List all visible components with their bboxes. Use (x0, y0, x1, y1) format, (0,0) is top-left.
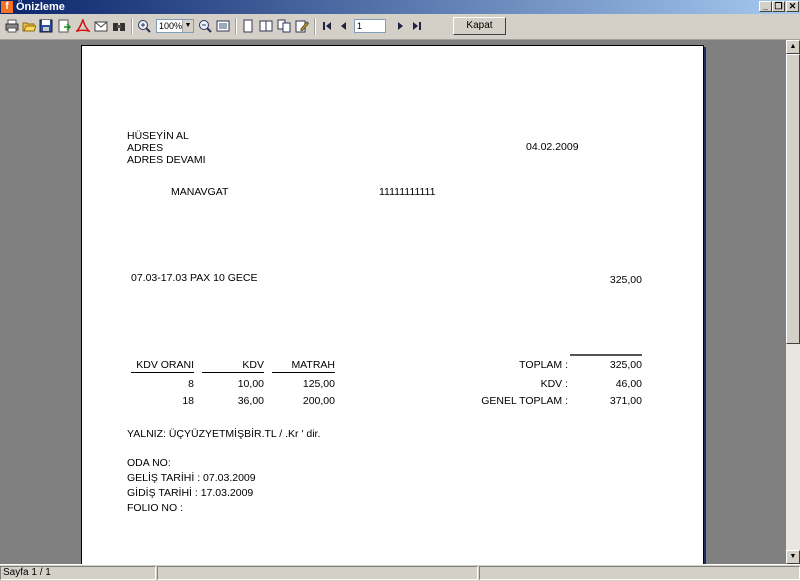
total-value: 325,00 (609, 359, 642, 371)
grand-total-label: GENEL TOPLAM : (481, 395, 568, 407)
kdv-header-rate: KDV ORANI (136, 359, 194, 371)
kdv-header-kdv: KDV (242, 359, 264, 371)
kdv-total-label: KDV : (540, 378, 568, 390)
edit-icon[interactable] (295, 19, 309, 33)
header-underline (272, 372, 335, 373)
scroll-up-icon[interactable]: ▲ (786, 40, 800, 54)
amount-in-words: YALNIZ: ÜÇYÜZYETMİŞBİR.TL / .Kr ' dir. (127, 428, 321, 440)
header-underline (131, 372, 194, 373)
address-line-1: ADRES (127, 142, 164, 154)
vertical-scrollbar[interactable]: ▲ ▼ (786, 40, 800, 564)
kdv-row-1-matrah: 125,00 (302, 378, 335, 390)
total-label: TOPLAM : (519, 359, 568, 371)
restore-button[interactable]: ❐ (772, 1, 785, 12)
zoom-select[interactable]: 100% ▼ (156, 19, 194, 33)
kdv-header-matrah: MATRAH (291, 359, 335, 371)
status-panel-empty (157, 566, 478, 580)
toolbar: 100% ▼ 1 Kapat (0, 14, 800, 40)
multi-pages-icon[interactable] (277, 19, 291, 33)
folio-number: FOLIO NO : (127, 502, 184, 514)
window-title: Önizleme (16, 1, 65, 13)
chevron-down-icon[interactable]: ▼ (182, 20, 193, 32)
single-page-icon[interactable] (241, 19, 255, 33)
kapat-button[interactable]: Kapat (453, 17, 506, 35)
kdv-row-2-kdv: 36,00 (237, 395, 264, 407)
address-line-2: ADRES DEVAMI (127, 154, 206, 166)
open-icon[interactable] (22, 19, 36, 33)
title-bar: f Önizleme _ ❐ ✕ (0, 0, 800, 14)
room-number: ODA NO: (127, 457, 171, 469)
save-icon[interactable] (39, 19, 53, 33)
first-page-icon[interactable] (320, 19, 334, 33)
close-window-button[interactable]: ✕ (786, 1, 799, 12)
kdv-row-1-rate: 8 (188, 378, 194, 390)
zoom-out-icon[interactable] (198, 19, 212, 33)
customer-name: HÜSEYİN AL (127, 130, 189, 142)
last-page-icon[interactable] (410, 19, 424, 33)
email-icon[interactable] (94, 19, 108, 33)
line-item-description: 07.03-17.03 PAX 10 GECE (131, 272, 258, 284)
zoom-value: 100% (159, 21, 183, 31)
kdv-row-2-matrah: 200,00 (302, 395, 335, 407)
page-number-input[interactable]: 1 (354, 19, 386, 33)
status-panel-empty (479, 566, 800, 580)
fit-page-icon[interactable] (216, 19, 230, 33)
preview-area[interactable]: HÜSEYİN AL ADRES ADRES DEVAMI 04.02.2009… (0, 40, 786, 564)
find-icon[interactable] (112, 19, 126, 33)
pdf-icon[interactable] (76, 19, 90, 33)
kdv-row-1-kdv: 10,00 (237, 378, 264, 390)
kdv-total-value: 46,00 (615, 378, 642, 390)
status-bar: Sayfa 1 / 1 (0, 564, 800, 581)
print-icon[interactable] (5, 19, 19, 33)
page-info: Sayfa 1 / 1 (0, 566, 156, 580)
scrollbar-thumb[interactable] (786, 54, 800, 344)
header-underline (202, 372, 264, 373)
app-icon: f (1, 1, 13, 13)
minimize-button[interactable]: _ (759, 1, 772, 12)
tax-number: 11111111111 (379, 186, 436, 198)
departure-date: GİDİŞ TARİHİ : 17.03.2009 (127, 487, 254, 499)
export-icon[interactable] (57, 19, 71, 33)
line-item-amount: 325,00 (609, 274, 642, 286)
zoom-in-icon[interactable] (137, 19, 151, 33)
two-pages-icon[interactable] (259, 19, 273, 33)
document-page: HÜSEYİN AL ADRES ADRES DEVAMI 04.02.2009… (81, 45, 704, 564)
prev-page-icon[interactable] (337, 19, 351, 33)
grand-total-value: 371,00 (609, 395, 642, 407)
invoice-date: 04.02.2009 (526, 141, 579, 153)
next-page-icon[interactable] (393, 19, 407, 33)
totals-rule (570, 354, 642, 356)
city: MANAVGAT (171, 186, 229, 198)
kdv-row-2-rate: 18 (182, 395, 194, 407)
arrival-date: GELİŞ TARİHİ : 07.03.2009 (127, 472, 256, 484)
scroll-down-icon[interactable]: ▼ (786, 550, 800, 564)
